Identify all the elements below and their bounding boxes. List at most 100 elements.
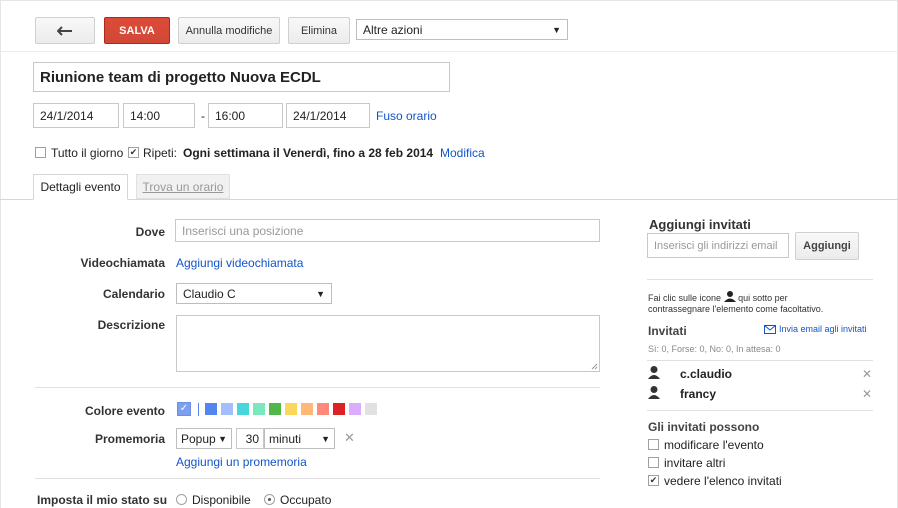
reminder-type-value: Popup	[181, 431, 216, 446]
permission-see-list-checkbox[interactable]: ✔	[648, 475, 659, 486]
tab-bar-divider	[0, 199, 898, 200]
cancel-changes-button[interactable]: Annulla modifiche	[178, 17, 280, 44]
location-input[interactable]: Inserisci una posizione	[175, 219, 600, 242]
delete-button[interactable]: Elimina	[288, 17, 350, 44]
email-guests-label: Invia email agli invitati	[779, 324, 867, 334]
event-title-input[interactable]: Riunione team di progetto Nuova ECDL	[33, 62, 450, 92]
arrow-left-icon	[57, 25, 72, 36]
toolbar-divider	[0, 51, 898, 52]
person-icon[interactable]	[648, 386, 660, 399]
reminder-unit-select[interactable]: minuti ▼	[264, 428, 335, 449]
resize-handle-icon[interactable]	[591, 363, 598, 370]
permission-invite-label: invitare altri	[664, 456, 726, 470]
dropdown-caret-icon: ▼	[321, 433, 330, 444]
tab-event-details[interactable]: Dettagli evento	[33, 174, 128, 200]
dropdown-caret-icon: ▼	[552, 24, 561, 35]
repeat-edit-link[interactable]: Modifica	[440, 146, 485, 160]
status-busy-radio[interactable]	[264, 494, 275, 505]
description-textarea[interactable]	[176, 315, 600, 372]
optional-hint-text-1: Fai clic sulle icone	[648, 293, 722, 303]
section-divider	[35, 387, 600, 388]
permissions-divider	[647, 410, 873, 411]
event-color-label: Colore evento	[84, 404, 165, 418]
color-swatch[interactable]	[269, 403, 281, 415]
person-icon[interactable]	[648, 366, 660, 379]
status-label: Imposta il mio stato su	[37, 493, 168, 507]
save-button[interactable]: SALVA	[104, 17, 170, 44]
all-day-label: Tutto il giorno	[51, 146, 124, 160]
reminder-label: Promemoria	[94, 432, 165, 446]
repeat-checkbox[interactable]: ✔	[128, 147, 139, 158]
add-reminder-link[interactable]: Aggiungi un promemoria	[176, 455, 307, 469]
add-video-call-link[interactable]: Aggiungi videochiamata	[176, 256, 303, 270]
guest-name: c.claudio	[680, 367, 733, 381]
color-swatch[interactable]	[333, 403, 345, 415]
permissions-title: Gli invitati possono	[648, 420, 760, 434]
more-actions-dropdown[interactable]: Altre azioni ▼	[356, 19, 568, 40]
back-button[interactable]	[35, 17, 95, 44]
remove-reminder-icon[interactable]: ✕	[344, 430, 355, 446]
color-separator	[198, 403, 199, 416]
guest-email-placeholder: Inserisci gli indirizzi email	[654, 239, 778, 252]
color-swatch[interactable]	[349, 403, 361, 415]
frame-border-top	[0, 0, 898, 1]
guests-list-divider	[647, 360, 873, 361]
description-label: Descrizione	[97, 318, 165, 332]
video-call-label: Videochiamata	[80, 256, 165, 270]
time-range-dash: -	[201, 109, 205, 123]
optional-hint: Fai clic sulle icone qui sotto per contr…	[648, 291, 876, 315]
add-guest-button[interactable]: Aggiungi	[795, 232, 859, 260]
calendar-value: Claudio C	[183, 286, 236, 301]
color-swatch[interactable]	[285, 403, 297, 415]
section-divider	[35, 478, 600, 479]
remove-guest-icon[interactable]: ✕	[862, 387, 872, 401]
reminder-amount-input[interactable]: 30	[236, 428, 264, 449]
repeat-summary: Ogni settimana il Venerdì, fino a 28 feb…	[183, 146, 434, 160]
color-swatch-selected[interactable]: ✓	[177, 402, 191, 416]
color-swatch[interactable]	[205, 403, 217, 415]
color-swatch[interactable]	[221, 403, 233, 415]
end-time-input[interactable]: 16:00	[208, 103, 283, 128]
guest-name: francy	[680, 387, 717, 401]
color-swatch[interactable]	[365, 403, 377, 415]
tab-find-time[interactable]: Trova un orario	[136, 174, 230, 199]
permission-modify-checkbox[interactable]	[648, 439, 659, 450]
guest-row: francy ✕	[648, 386, 874, 406]
guests-divider	[647, 279, 873, 280]
dropdown-caret-icon: ▼	[316, 288, 325, 299]
color-swatch[interactable]	[301, 403, 313, 415]
start-time-input[interactable]: 14:00	[123, 103, 195, 128]
reminder-unit-value: minuti	[269, 431, 302, 446]
calendar-select[interactable]: Claudio C ▼	[176, 283, 332, 304]
remove-guest-icon[interactable]: ✕	[862, 367, 872, 381]
person-icon	[723, 291, 736, 302]
color-swatch[interactable]	[253, 403, 265, 415]
end-date-input[interactable]: 24/1/2014	[286, 103, 370, 128]
color-swatch[interactable]	[237, 403, 249, 415]
permission-invite-checkbox[interactable]	[648, 457, 659, 468]
optional-hint-text-3: contrassegnare l'elemento come facoltati…	[648, 304, 824, 314]
timezone-link[interactable]: Fuso orario	[376, 109, 437, 123]
start-date-input[interactable]: 24/1/2014	[33, 103, 119, 128]
rsvp-counts: Sì: 0, Forse: 0, No: 0, In attesa: 0	[648, 344, 781, 354]
guest-email-input[interactable]: Inserisci gli indirizzi email	[647, 233, 789, 258]
tab-event-details-label: Dettagli evento	[40, 180, 121, 194]
permission-modify-label: modificare l'evento	[664, 438, 764, 452]
frame-border-left	[0, 0, 1, 508]
guest-row: c.claudio ✕	[648, 366, 874, 386]
email-guests-link[interactable]: Invia email agli invitati	[764, 324, 867, 334]
optional-hint-text-2: qui sotto per	[738, 293, 788, 303]
status-busy-label: Occupato	[280, 493, 332, 507]
more-actions-label: Altre azioni	[363, 22, 423, 37]
status-available-radio[interactable]	[176, 494, 187, 505]
color-swatch[interactable]	[317, 403, 329, 415]
envelope-icon	[764, 324, 776, 334]
dropdown-caret-icon: ▼	[218, 433, 227, 444]
location-placeholder: Inserisci una posizione	[182, 223, 304, 238]
reminder-type-select[interactable]: Popup ▼	[176, 428, 232, 449]
status-available-label: Disponibile	[192, 493, 251, 507]
checkmark-icon: ✓	[178, 403, 190, 415]
permission-see-list-label: vedere l'elenco invitati	[664, 474, 782, 488]
calendar-label: Calendario	[102, 287, 165, 301]
all-day-checkbox[interactable]	[35, 147, 46, 158]
